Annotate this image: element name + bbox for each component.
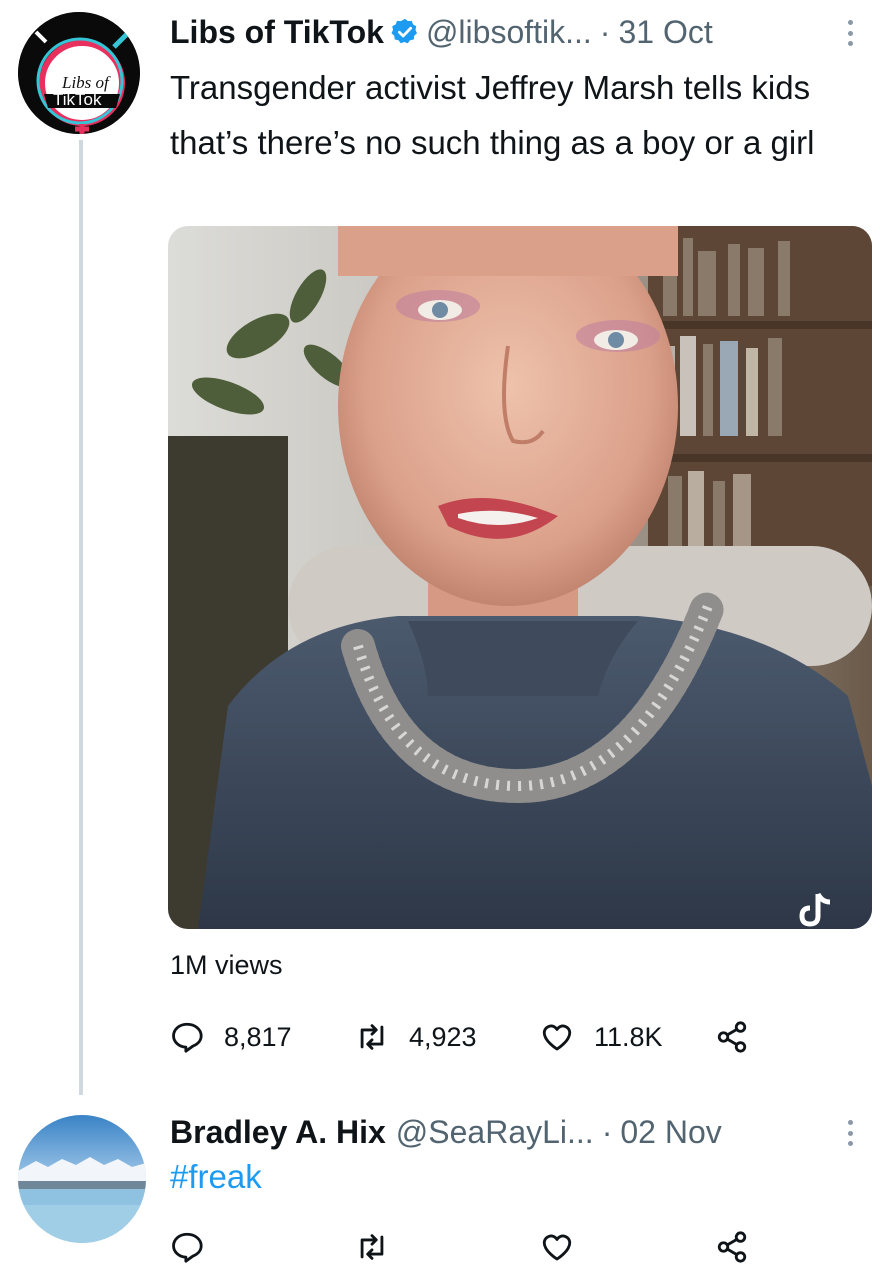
tweet-text: Transgender activist Jeffrey Marsh tells… [170,69,815,161]
share-icon [717,1021,747,1053]
retweet-icon [360,1234,384,1260]
glacier-photo [18,1115,146,1243]
reply-author-handle[interactable]: @SeaRayLi... [396,1114,594,1151]
reply-share-button[interactable] [715,1230,769,1264]
tweet-header: Libs of TikTok @libsoftik... · 31 Oct [170,10,713,54]
heart-icon [542,1024,572,1051]
view-count: 1M views [170,950,283,980]
reply-header: Bradley A. Hix @SeaRayLi... · 02 Nov [170,1110,722,1154]
video-frame [168,226,872,929]
tweet-actions: 8,817 4,923 11.8K [170,1020,770,1060]
reply-hashtag-link[interactable]: #freak [170,1158,262,1196]
libs-of-tiktok-logo: Libs of TikTok [18,12,140,134]
author-name[interactable]: Libs of TikTok [170,14,384,51]
reply-icon [172,1232,203,1263]
author-avatar[interactable]: Libs of TikTok [18,12,140,134]
separator-dot: · [599,13,611,50]
heart-icon [542,1234,572,1261]
reply-author-name[interactable]: Bradley A. Hix [170,1114,386,1151]
retweet-button[interactable]: 4,923 [355,1020,477,1054]
reply-more-options-icon[interactable] [848,1120,856,1146]
retweet-icon [360,1024,384,1050]
reply-author-avatar[interactable] [18,1115,146,1243]
reply-actions [170,1230,770,1270]
tweet-date[interactable]: 31 Oct [618,14,712,51]
reply-like-button[interactable] [540,1230,594,1264]
author-handle[interactable]: @libsoftik... [426,14,592,51]
like-button[interactable]: 11.8K [540,1020,663,1054]
retweet-count: 4,923 [409,1021,477,1052]
verified-badge-icon [391,18,417,44]
reply-reply-button[interactable] [170,1230,224,1264]
reply-count: 8,817 [224,1021,292,1052]
reply-button[interactable]: 8,817 [170,1020,292,1054]
share-icon [717,1231,747,1263]
reply-retweet-button[interactable] [355,1230,409,1264]
more-options-icon[interactable] [848,20,856,46]
share-button[interactable] [715,1020,769,1054]
tweet-video[interactable] [168,226,872,929]
svg-text:TikTok: TikTok [53,90,102,109]
separator-dot: · [601,1113,613,1150]
thread-connector-line [79,140,83,1095]
reply-date[interactable]: 02 Nov [620,1114,721,1151]
like-count: 11.8K [594,1021,663,1052]
reply-icon [172,1022,203,1053]
